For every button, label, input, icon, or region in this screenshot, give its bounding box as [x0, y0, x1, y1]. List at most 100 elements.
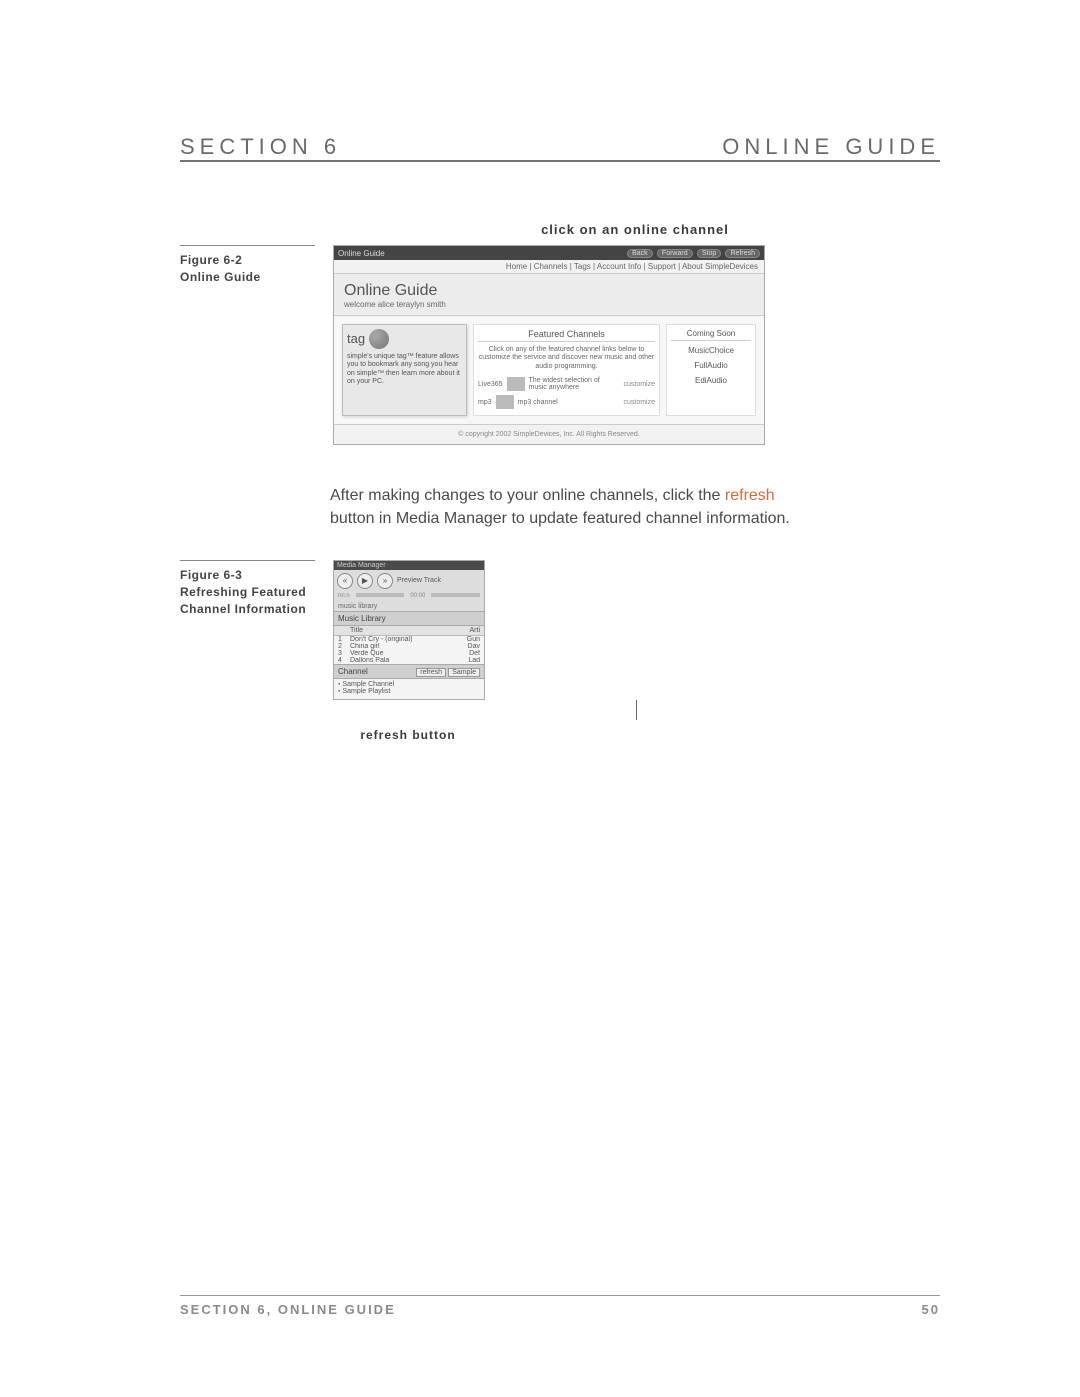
- welcome-line: welcome alice teraylyn smith: [334, 300, 764, 316]
- figure-caption-top: click on an online channel: [330, 222, 940, 237]
- time-left: nn:n: [338, 593, 350, 599]
- table-row[interactable]: 1 Don't Cry - (original) Gun: [334, 636, 484, 643]
- content-columns: tag simple's unique tag™ feature allows …: [334, 316, 764, 424]
- para-text-post: button in Media Manager to update featur…: [330, 510, 790, 527]
- header-rule: SECTION 6 ONLINE GUIDE: [180, 160, 940, 162]
- prev-track-button[interactable]: «: [337, 573, 353, 589]
- copyright-line: © copyright 2002 SimpleDevices, Inc. All…: [334, 424, 764, 444]
- figure-title: Refreshing Featured Channel Information: [180, 584, 315, 618]
- row-num: 2: [338, 643, 350, 650]
- figure-number: Figure 6-3: [180, 567, 315, 584]
- figure-6-2-label: Figure 6-2 Online Guide: [180, 245, 315, 286]
- channel-thumbnail-icon: [507, 377, 525, 391]
- figure-6-2-row: Figure 6-2 Online Guide Online Guide Bac…: [180, 245, 940, 445]
- row-artist: Dav: [458, 643, 480, 650]
- section-title: ONLINE GUIDE: [722, 134, 940, 160]
- play-button[interactable]: ▶: [357, 573, 373, 589]
- customize-link[interactable]: customize: [623, 399, 655, 406]
- titlebar-button[interactable]: Back: [627, 249, 653, 258]
- next-track-button[interactable]: »: [377, 573, 393, 589]
- media-manager-window: Media Manager « ▶ » Preview Track nn:n 0…: [333, 560, 485, 700]
- channel-list: Sample Channel Sample Playlist: [334, 679, 484, 699]
- footer-section: SECTION 6, ONLINE GUIDE: [180, 1302, 396, 1317]
- figure-number: Figure 6-2: [180, 252, 315, 269]
- channel-header-label: Channel: [338, 667, 368, 676]
- tag-blurb: simple's unique tag™ feature allows you …: [347, 353, 462, 387]
- col-artist: Arti: [458, 627, 480, 634]
- featured-channels-blurb: Click on any of the featured channel lin…: [478, 346, 655, 371]
- callout-pointer-line: [636, 700, 637, 720]
- figure-caption-bottom: refresh button: [333, 728, 483, 742]
- music-library-header: Music Library: [334, 611, 484, 626]
- volume-slider[interactable]: [431, 593, 480, 597]
- channel-name: Live365: [478, 381, 503, 388]
- featured-channels-header: Featured Channels: [478, 329, 655, 342]
- coming-soon-panel: Coming Soon MusicChoice FullAudio EdiAud…: [666, 324, 756, 416]
- table-row[interactable]: 2 China girl Dav: [334, 643, 484, 650]
- document-page: SECTION 6 ONLINE GUIDE click on an onlin…: [0, 0, 1080, 1397]
- channel-header: Channel refresh Sample: [334, 664, 484, 679]
- channel-thumbnail-icon: [496, 395, 514, 409]
- row-artist: Lad: [458, 657, 480, 664]
- row-title: Dallons Pala: [350, 657, 458, 664]
- window-buttons: Back Forward Stop Refresh: [625, 248, 760, 258]
- footer-page-number: 50: [922, 1302, 940, 1317]
- channel-name: mp3: [478, 399, 492, 406]
- tag-promo-box: tag simple's unique tag™ feature allows …: [342, 324, 467, 416]
- nav-links[interactable]: Home | Channels | Tags | Account Info | …: [334, 260, 764, 274]
- channel-row[interactable]: Live365 The widest selection of music an…: [478, 375, 655, 393]
- time-right: 00:00: [410, 593, 425, 599]
- row-num: 1: [338, 636, 350, 643]
- row-artist: Def: [458, 650, 480, 657]
- figure-6-3-screenshot: Media Manager « ▶ » Preview Track nn:n 0…: [333, 560, 940, 742]
- col-num: [338, 627, 350, 634]
- row-title: Don't Cry - (original): [350, 636, 458, 643]
- channel-desc: The widest selection of music anywhere: [529, 377, 620, 391]
- coming-soon-header: Coming Soon: [671, 329, 751, 341]
- titlebar-button[interactable]: Forward: [657, 249, 693, 258]
- col-title: Title: [350, 627, 458, 634]
- table-row[interactable]: 3 Verde Que Def: [334, 650, 484, 657]
- tag-heading: tag: [347, 329, 462, 349]
- channel-row[interactable]: mp3 mp3 channel customize: [478, 393, 655, 411]
- window-titlebar: Online Guide Back Forward Stop Refresh: [334, 246, 764, 260]
- figure-title: Online Guide: [180, 269, 315, 286]
- refresh-button[interactable]: refresh: [416, 668, 446, 677]
- row-num: 3: [338, 650, 350, 657]
- list-item[interactable]: Sample Channel: [338, 681, 480, 688]
- body-paragraph: After making changes to your online chan…: [330, 485, 790, 530]
- window-title-text: Online Guide: [338, 249, 385, 258]
- sample-button[interactable]: Sample: [448, 668, 480, 677]
- titlebar-button[interactable]: Stop: [697, 249, 721, 258]
- refresh-word: refresh: [725, 487, 775, 504]
- brand-logo: EdiAudio: [671, 377, 751, 386]
- mm-titlebar: Media Manager: [334, 561, 484, 570]
- para-text-pre: After making changes to your online chan…: [330, 487, 725, 504]
- progress-sliders: nn:n 00:00: [334, 592, 484, 602]
- list-item[interactable]: Sample Playlist: [338, 688, 480, 695]
- featured-channels-panel: Featured Channels Click on any of the fe…: [473, 324, 660, 416]
- tag-word: tag: [347, 331, 365, 347]
- customize-link[interactable]: customize: [623, 381, 655, 388]
- row-artist: Gun: [458, 636, 480, 643]
- brand-logo: MusicChoice: [671, 347, 751, 356]
- figure-6-2-screenshot: Online Guide Back Forward Stop Refresh H…: [333, 245, 940, 445]
- page-footer: SECTION 6, ONLINE GUIDE 50: [180, 1295, 940, 1317]
- table-header: Title Arti: [334, 626, 484, 636]
- seek-slider[interactable]: [356, 593, 405, 597]
- channel-desc: mp3 channel: [518, 399, 620, 406]
- row-title: Verde Que: [350, 650, 458, 657]
- library-tab[interactable]: music library: [334, 602, 484, 611]
- row-title: China girl: [350, 643, 458, 650]
- table-row[interactable]: 4 Dallons Pala Lad: [334, 657, 484, 664]
- figure-6-3-label: Figure 6-3 Refreshing Featured Channel I…: [180, 560, 315, 617]
- section-number: SECTION 6: [180, 134, 341, 160]
- tag-icon: [369, 329, 389, 349]
- online-guide-window: Online Guide Back Forward Stop Refresh H…: [333, 245, 765, 445]
- brand-logo: FullAudio: [671, 362, 751, 371]
- titlebar-button[interactable]: Refresh: [725, 249, 760, 258]
- page-title: Online Guide: [334, 274, 764, 300]
- playback-controls: « ▶ » Preview Track: [334, 570, 484, 592]
- preview-track-label: Preview Track: [397, 577, 441, 584]
- figure-6-3-row: Figure 6-3 Refreshing Featured Channel I…: [180, 560, 940, 742]
